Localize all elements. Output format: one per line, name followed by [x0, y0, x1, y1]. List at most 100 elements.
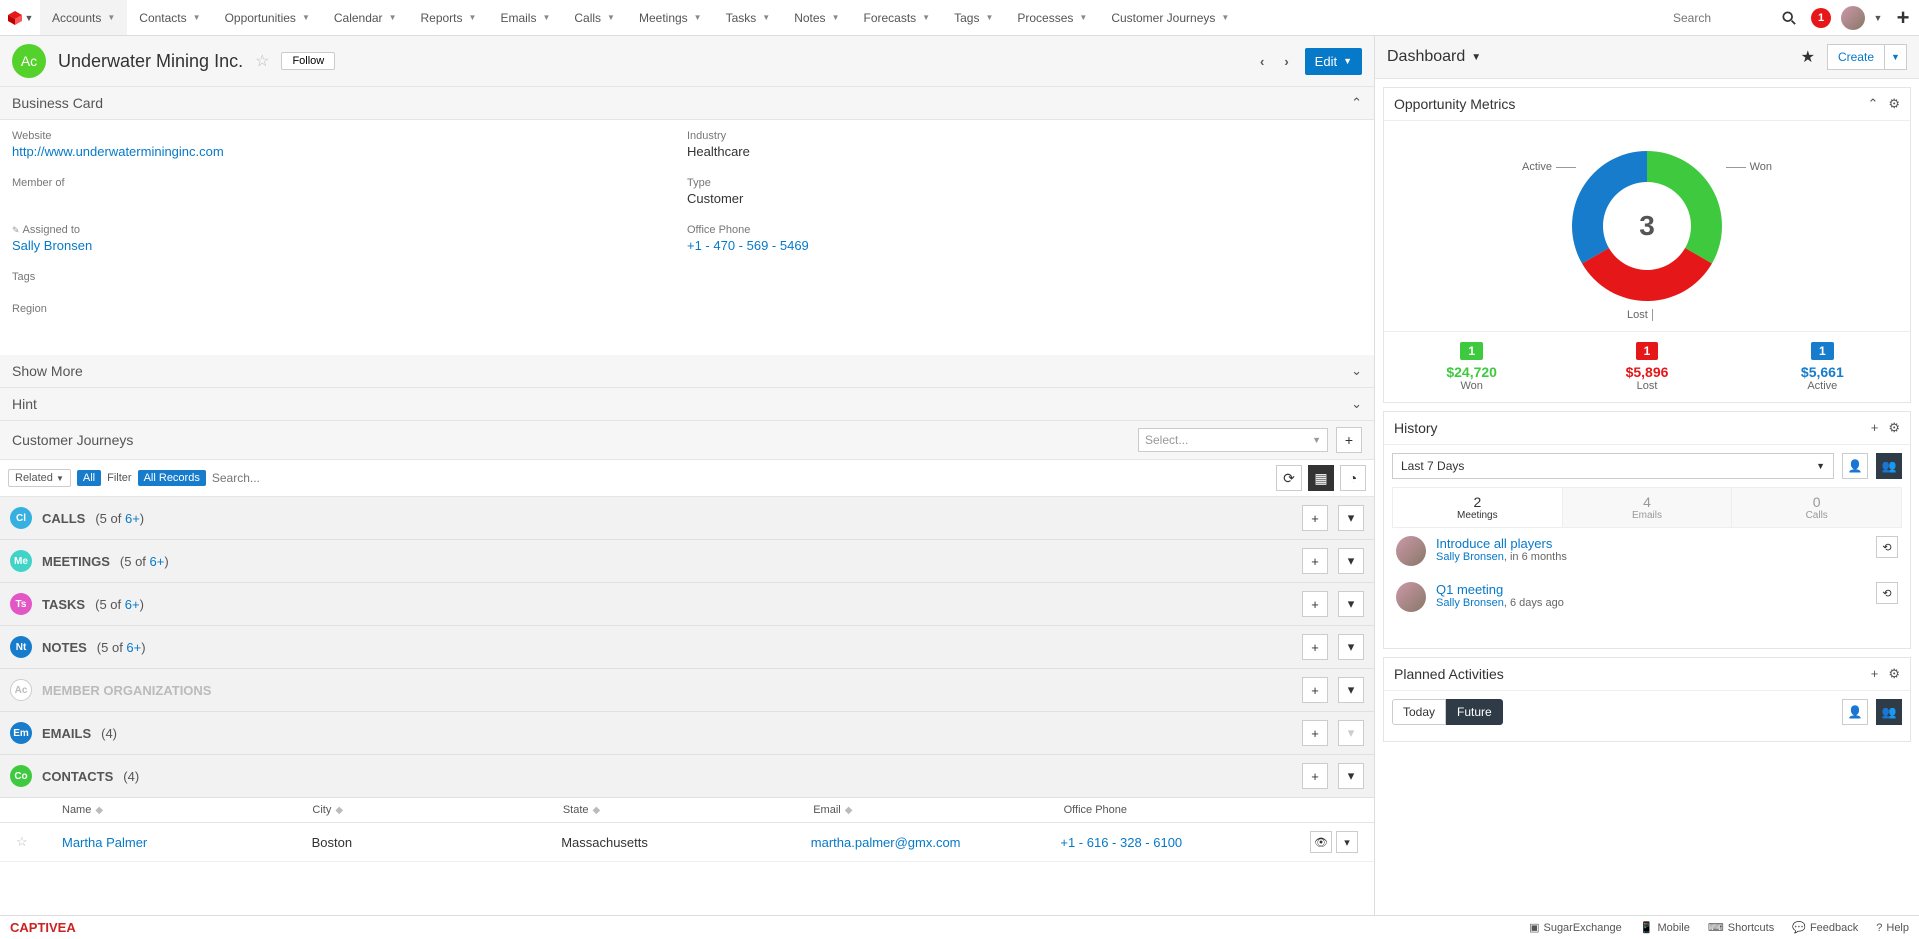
- refresh-button[interactable]: ⟳: [1276, 465, 1302, 491]
- favorite-star-icon[interactable]: ☆: [255, 51, 269, 71]
- search-icon[interactable]: [1773, 0, 1805, 36]
- plus-icon[interactable]: +: [1871, 666, 1879, 682]
- subpanel-calls[interactable]: Cl CALLS (5 of 6+) + ▾: [0, 497, 1374, 540]
- history-user-link[interactable]: Sally Bronsen: [1436, 551, 1504, 563]
- add-journey-button[interactable]: +: [1336, 427, 1362, 453]
- subpanel-notes[interactable]: Nt NOTES (5 of 6+) + ▾: [0, 626, 1374, 669]
- add-button[interactable]: +: [1302, 634, 1328, 660]
- quick-create-button[interactable]: +: [1887, 0, 1919, 36]
- add-button[interactable]: +: [1302, 677, 1328, 703]
- contact-email-link[interactable]: martha.palmer@gmx.com: [811, 835, 961, 850]
- nav-opportunities[interactable]: Opportunities▼: [213, 0, 322, 35]
- nav-accounts[interactable]: Accounts▼: [40, 0, 127, 35]
- related-chip[interactable]: Related ▼: [8, 469, 71, 487]
- subpanel-emails[interactable]: Em EMAILS (4) + ▾: [0, 712, 1374, 755]
- hint-toggle[interactable]: Hint ⌄: [0, 388, 1374, 421]
- assigned-user-link[interactable]: Sally Bronsen: [12, 238, 92, 253]
- chevron-down-icon[interactable]: ▼: [1869, 0, 1887, 36]
- edit-button[interactable]: Edit ▼: [1305, 48, 1362, 75]
- contact-phone-link[interactable]: +1 - 616 - 328 - 6100: [1060, 835, 1182, 850]
- favorite-star-icon[interactable]: ☆: [16, 834, 28, 850]
- gear-icon[interactable]: ⚙: [1888, 420, 1900, 436]
- footer-shortcuts[interactable]: ⌨ Shortcuts: [1708, 921, 1774, 934]
- history-tab-emails[interactable]: 4Emails: [1563, 488, 1733, 527]
- notifications-badge[interactable]: 1: [1805, 0, 1837, 36]
- today-pill[interactable]: Today: [1392, 699, 1446, 725]
- business-card-header[interactable]: Business Card ⌃: [0, 87, 1374, 120]
- journey-select[interactable]: Select... ▼: [1138, 428, 1328, 452]
- user-avatar[interactable]: [1837, 0, 1869, 36]
- group-filter-button[interactable]: 👥: [1876, 699, 1902, 725]
- plus-icon[interactable]: +: [1871, 420, 1879, 436]
- all-records-chip[interactable]: All Records: [138, 470, 206, 486]
- nav-notes[interactable]: Notes▼: [782, 0, 851, 35]
- all-chip[interactable]: All: [77, 470, 101, 486]
- nav-meetings[interactable]: Meetings▼: [627, 0, 714, 35]
- next-record-button[interactable]: ›: [1280, 54, 1292, 69]
- group-filter-button[interactable]: 👥: [1876, 453, 1902, 479]
- user-filter-button[interactable]: 👤: [1842, 699, 1868, 725]
- th-state[interactable]: State◆: [557, 804, 807, 816]
- add-button[interactable]: +: [1302, 505, 1328, 531]
- dashboard-title[interactable]: Dashboard ▼: [1387, 48, 1481, 66]
- subpanel-member-organizations[interactable]: Ac MEMBER ORGANIZATIONS + ▾: [0, 669, 1374, 712]
- nav-tags[interactable]: Tags▼: [942, 0, 1005, 35]
- th-name[interactable]: Name◆: [56, 804, 306, 816]
- dropdown-button[interactable]: ▾: [1338, 763, 1364, 789]
- follow-button[interactable]: Follow: [281, 52, 335, 70]
- show-more-toggle[interactable]: Show More ⌄: [0, 355, 1374, 388]
- nav-calendar[interactable]: Calendar▼: [322, 0, 409, 35]
- phone-link[interactable]: +1 - 470 - 569 - 5469: [687, 238, 809, 253]
- nav-forecasts[interactable]: Forecasts▼: [851, 0, 942, 35]
- preview-button[interactable]: 👁: [1310, 831, 1332, 853]
- related-search-input[interactable]: [212, 471, 1270, 485]
- dropdown-button[interactable]: ▾: [1338, 634, 1364, 660]
- dropdown-button[interactable]: ▾: [1338, 548, 1364, 574]
- footer-mobile[interactable]: 📱 Mobile: [1640, 921, 1690, 934]
- history-range-select[interactable]: Last 7 Days ▼: [1392, 453, 1834, 479]
- subpanel-tasks[interactable]: Ts TASKS (5 of 6+) + ▾: [0, 583, 1374, 626]
- nav-customer-journeys[interactable]: Customer Journeys▼: [1099, 0, 1241, 35]
- gear-icon[interactable]: ⚙: [1888, 666, 1900, 682]
- add-button[interactable]: +: [1302, 720, 1328, 746]
- add-button[interactable]: +: [1302, 591, 1328, 617]
- nav-tasks[interactable]: Tasks▼: [714, 0, 783, 35]
- history-tab-calls[interactable]: 0Calls: [1732, 488, 1901, 527]
- history-tab-meetings[interactable]: 2Meetings: [1393, 488, 1563, 527]
- prev-record-button[interactable]: ‹: [1256, 54, 1268, 69]
- user-filter-button[interactable]: 👤: [1842, 453, 1868, 479]
- dropdown-button[interactable]: ▾: [1338, 591, 1364, 617]
- nav-calls[interactable]: Calls▼: [562, 0, 627, 35]
- footer-help[interactable]: ? Help: [1876, 922, 1909, 934]
- th-phone[interactable]: Office Phone: [1058, 804, 1308, 816]
- history-item-link[interactable]: Introduce all players: [1436, 536, 1552, 551]
- history-item-link[interactable]: Q1 meeting: [1436, 582, 1503, 597]
- nav-processes[interactable]: Processes▼: [1005, 0, 1099, 35]
- refresh-icon[interactable]: ⟲: [1876, 536, 1898, 558]
- subpanel-contacts[interactable]: Co CONTACTS (4) + ▾: [0, 755, 1374, 798]
- dropdown-button[interactable]: ▾: [1338, 677, 1364, 703]
- website-link[interactable]: http://www.underwatermininginc.com: [12, 144, 224, 159]
- history-user-link[interactable]: Sally Bronsen: [1436, 597, 1504, 609]
- contact-name-link[interactable]: Martha Palmer: [62, 835, 147, 850]
- footer-feedback[interactable]: 💬 Feedback: [1792, 921, 1858, 934]
- collapse-icon[interactable]: ⌃: [1867, 96, 1878, 112]
- nav-emails[interactable]: Emails▼: [488, 0, 562, 35]
- nav-contacts[interactable]: Contacts▼: [127, 0, 212, 35]
- th-email[interactable]: Email◆: [807, 804, 1057, 816]
- favorite-star-icon[interactable]: ★: [1801, 47, 1815, 67]
- refresh-icon[interactable]: ⟲: [1876, 582, 1898, 604]
- add-button[interactable]: +: [1302, 763, 1328, 789]
- global-search-input[interactable]: [1673, 11, 1773, 25]
- future-pill[interactable]: Future: [1446, 699, 1503, 725]
- activity-view-button[interactable]: ◔: [1340, 465, 1366, 491]
- th-city[interactable]: City◆: [306, 804, 556, 816]
- footer-sugarexchange[interactable]: ▣ SugarExchange: [1529, 921, 1622, 934]
- row-actions-button[interactable]: ▾: [1336, 831, 1358, 853]
- nav-reports[interactable]: Reports▼: [408, 0, 488, 35]
- gear-icon[interactable]: ⚙: [1888, 96, 1900, 112]
- create-dropdown[interactable]: ▼: [1885, 44, 1907, 70]
- create-button[interactable]: Create: [1827, 44, 1885, 70]
- subpanel-meetings[interactable]: Me MEETINGS (5 of 6+) + ▾: [0, 540, 1374, 583]
- dropdown-button[interactable]: ▾: [1338, 505, 1364, 531]
